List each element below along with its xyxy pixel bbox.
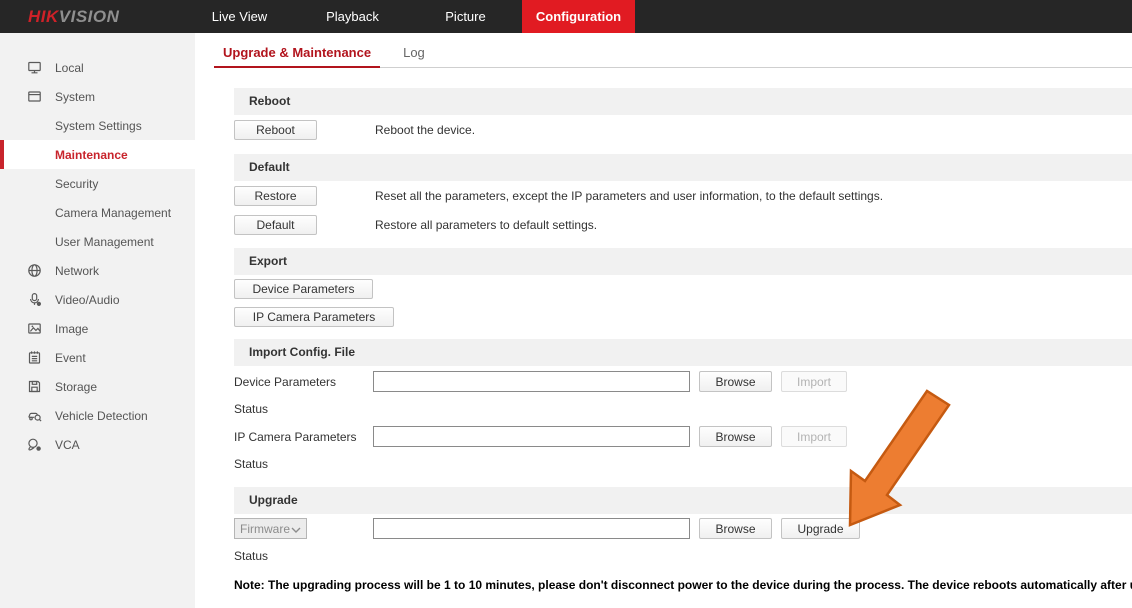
globe-icon [27,263,42,278]
export-device-parameters-row: Device Parameters [234,279,1132,299]
sidebar-item-label: Network [55,264,99,278]
top-bar: HIKVISION Live View Playback Picture Con… [0,0,1132,33]
section-header-default: Default [234,154,1132,181]
restore-button[interactable]: Restore [234,186,317,206]
status-label: Status [234,549,268,563]
device-parameters-import-button[interactable]: Import [781,371,847,392]
sidebar-item-label: Image [55,322,88,336]
system-window-icon [27,89,42,104]
tab-log[interactable]: Log [394,33,434,68]
upgrade-file-input[interactable] [373,518,690,539]
restore-description: Reset all the parameters, except the IP … [375,189,883,203]
sidebar-item-image[interactable]: Image [0,314,195,343]
nav-tab-playback[interactable]: Playback [296,0,409,33]
logo-text-hik: HIK [28,7,59,26]
sidebar-item-system[interactable]: System [0,82,195,111]
device-parameters-label: Device Parameters [234,375,373,389]
section-header-upgrade: Upgrade [234,487,1132,514]
monitor-icon [27,60,42,75]
device-parameters-input[interactable] [373,371,690,392]
upgrade-browse-button[interactable]: Browse [699,518,772,539]
sidebar-item-label: Storage [55,380,97,394]
reboot-description: Reboot the device. [375,123,475,137]
nav-tab-configuration[interactable]: Configuration [522,0,635,33]
sidebar-item-label: Event [55,351,86,365]
default-button[interactable]: Default [234,215,317,235]
upgrade-type-select[interactable]: Firmware [234,518,307,539]
device-parameters-status-row: Status [234,402,1132,416]
sidebar-item-label: System Settings [55,119,142,133]
section-header-reboot: Reboot [234,88,1132,115]
nav-tab-live-view[interactable]: Live View [183,0,296,33]
reboot-row: Reboot Reboot the device. [234,120,1132,140]
ip-camera-parameters-import-button[interactable]: Import [781,426,847,447]
vca-icon [27,437,42,452]
content-tab-bar: Upgrade & Maintenance Log [214,33,1132,68]
sidebar-item-label: Vehicle Detection [55,409,148,423]
upgrade-button[interactable]: Upgrade [781,518,860,539]
status-label: Status [234,457,268,471]
ip-camera-parameters-input[interactable] [373,426,690,447]
microphone-icon [27,292,42,307]
sidebar-item-system-settings[interactable]: System Settings [0,111,195,140]
sidebar-item-user-management[interactable]: User Management [0,227,195,256]
logo-text-vision: VISION [59,7,120,26]
sidebar-item-vca[interactable]: VCA [0,430,195,459]
sidebar-item-label: Maintenance [55,148,128,162]
section-header-export: Export [234,248,1132,275]
default-row: Default Restore all parameters to defaul… [234,215,1132,235]
sidebar-item-label: User Management [55,235,154,249]
sidebar-item-label: VCA [55,438,80,452]
sidebar-item-event[interactable]: Event [0,343,195,372]
sidebar-item-vehicle-detection[interactable]: Vehicle Detection [0,401,195,430]
content-body: Reboot Reboot Reboot the device. Default… [234,88,1132,592]
sidebar-item-network[interactable]: Network [0,256,195,285]
status-label: Status [234,402,268,416]
sidebar-item-local[interactable]: Local [0,53,195,82]
main-nav: Live View Playback Picture Configuration [183,0,635,33]
floppy-disk-icon [27,379,42,394]
main-content: Upgrade & Maintenance Log Reboot Reboot … [195,33,1132,608]
section-header-import-config: Import Config. File [234,339,1132,366]
sidebar-item-camera-management[interactable]: Camera Management [0,198,195,227]
upgrade-type-selected-value: Firmware [240,522,290,536]
ip-camera-parameters-browse-button[interactable]: Browse [699,426,772,447]
sidebar-item-label: Camera Management [55,206,171,220]
upgrade-status-row: Status [234,549,1132,563]
import-ip-camera-parameters-row: IP Camera Parameters Browse Import [234,426,1132,447]
export-ip-camera-parameters-button[interactable]: IP Camera Parameters [234,307,394,327]
upgrade-row: Firmware Browse Upgrade [234,518,1132,539]
sidebar-item-label: Local [55,61,84,75]
sidebar-item-label: Security [55,177,98,191]
export-ip-camera-parameters-row: IP Camera Parameters [234,307,1132,327]
sidebar-item-video-audio[interactable]: Video/Audio [0,285,195,314]
reboot-button[interactable]: Reboot [234,120,317,140]
sidebar-item-storage[interactable]: Storage [0,372,195,401]
ip-camera-parameters-label: IP Camera Parameters [234,430,373,444]
notepad-icon [27,350,42,365]
sidebar-item-maintenance[interactable]: Maintenance [0,140,195,169]
vehicle-search-icon [27,408,42,423]
restore-row: Restore Reset all the parameters, except… [234,186,1132,206]
hikvision-logo: HIKVISION [28,0,119,33]
upgrade-note: Note: The upgrading process will be 1 to… [234,578,1132,592]
chevron-down-icon [291,522,301,536]
default-description: Restore all parameters to default settin… [375,218,597,232]
sidebar-item-label: Video/Audio [55,293,120,307]
sidebar: Local System System Settings Maintenance… [0,33,195,608]
ip-camera-parameters-status-row: Status [234,457,1132,471]
import-device-parameters-row: Device Parameters Browse Import [234,371,1132,392]
image-icon [27,321,42,336]
nav-tab-picture[interactable]: Picture [409,0,522,33]
export-device-parameters-button[interactable]: Device Parameters [234,279,373,299]
device-parameters-browse-button[interactable]: Browse [699,371,772,392]
sidebar-item-label: System [55,90,95,104]
tab-upgrade-maintenance[interactable]: Upgrade & Maintenance [214,33,380,68]
sidebar-item-security[interactable]: Security [0,169,195,198]
